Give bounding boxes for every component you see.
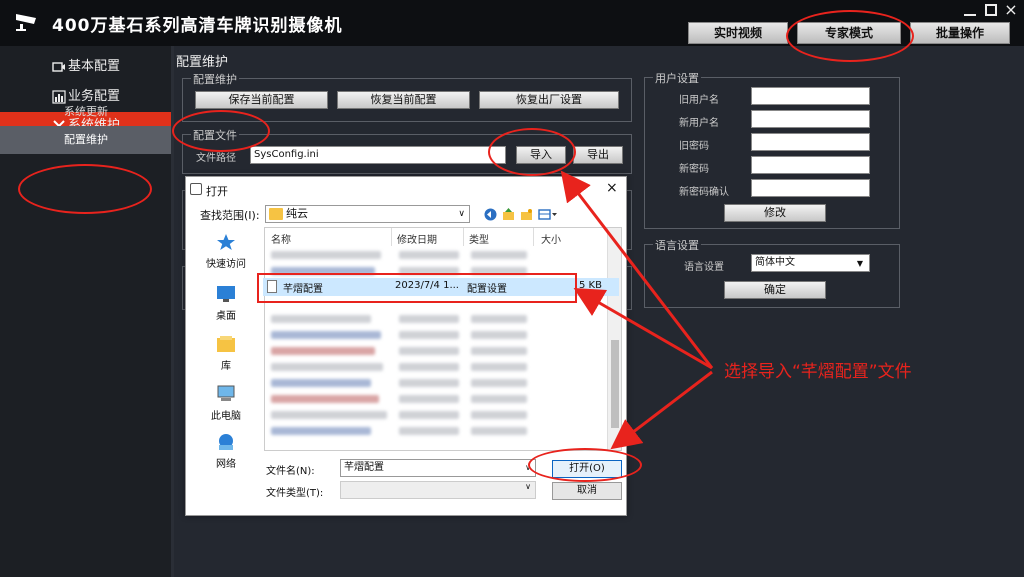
annotation-arrows xyxy=(560,170,714,450)
annotation-arrow-import xyxy=(560,170,714,369)
annotation-arrow-file xyxy=(573,287,713,370)
annotation-text: 选择导入“芊熠配置”文件 xyxy=(724,362,912,382)
annotation-arrow-open xyxy=(610,370,713,450)
